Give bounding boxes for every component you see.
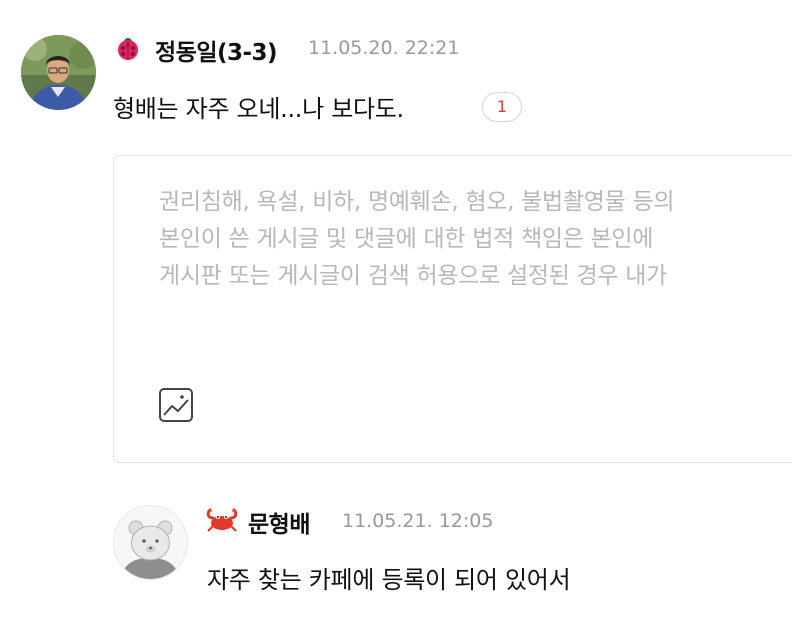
placeholder-line: 본인이 쓴 게시글 및 댓글에 대한 법적 책임은 본인에 bbox=[159, 226, 654, 252]
default-bear-avatar bbox=[114, 506, 187, 579]
placeholder-line: 게시판 또는 게시글이 검색 허용으로 설정된 경우 내가 bbox=[159, 263, 667, 289]
avatar[interactable] bbox=[113, 505, 188, 580]
comment-date: 11.05.21. 12:05 bbox=[342, 510, 494, 532]
comment-date: 11.05.20. 22:21 bbox=[308, 37, 460, 59]
crab-icon bbox=[205, 505, 238, 535]
profile-photo bbox=[21, 35, 96, 110]
comment-text: 형배는 자주 오네...나 보다도. bbox=[113, 95, 404, 123]
avatar[interactable] bbox=[21, 35, 96, 110]
reply-input-box[interactable]: 권리침해, 욕설, 비하, 명예훼손, 혐오, 불법촬영물 등의 본인이 쓴 게… bbox=[113, 155, 792, 463]
reply-count-badge[interactable]: 1 bbox=[482, 92, 522, 122]
reply-input-placeholder[interactable]: 권리침해, 욕설, 비하, 명예훼손, 혐오, 불법촬영물 등의 본인이 쓴 게… bbox=[159, 184, 792, 295]
comment-author[interactable]: 문형배 bbox=[248, 505, 310, 539]
ladybug-icon bbox=[113, 33, 143, 63]
placeholder-line: 권리침해, 욕설, 비하, 명예훼손, 혐오, 불법촬영물 등의 bbox=[159, 189, 675, 215]
comment-author[interactable]: 정동일(3-3) bbox=[155, 33, 278, 67]
comment-text: 자주 찾는 카페에 등록이 되어 있어서 bbox=[207, 566, 571, 594]
image-icon[interactable] bbox=[158, 387, 194, 423]
